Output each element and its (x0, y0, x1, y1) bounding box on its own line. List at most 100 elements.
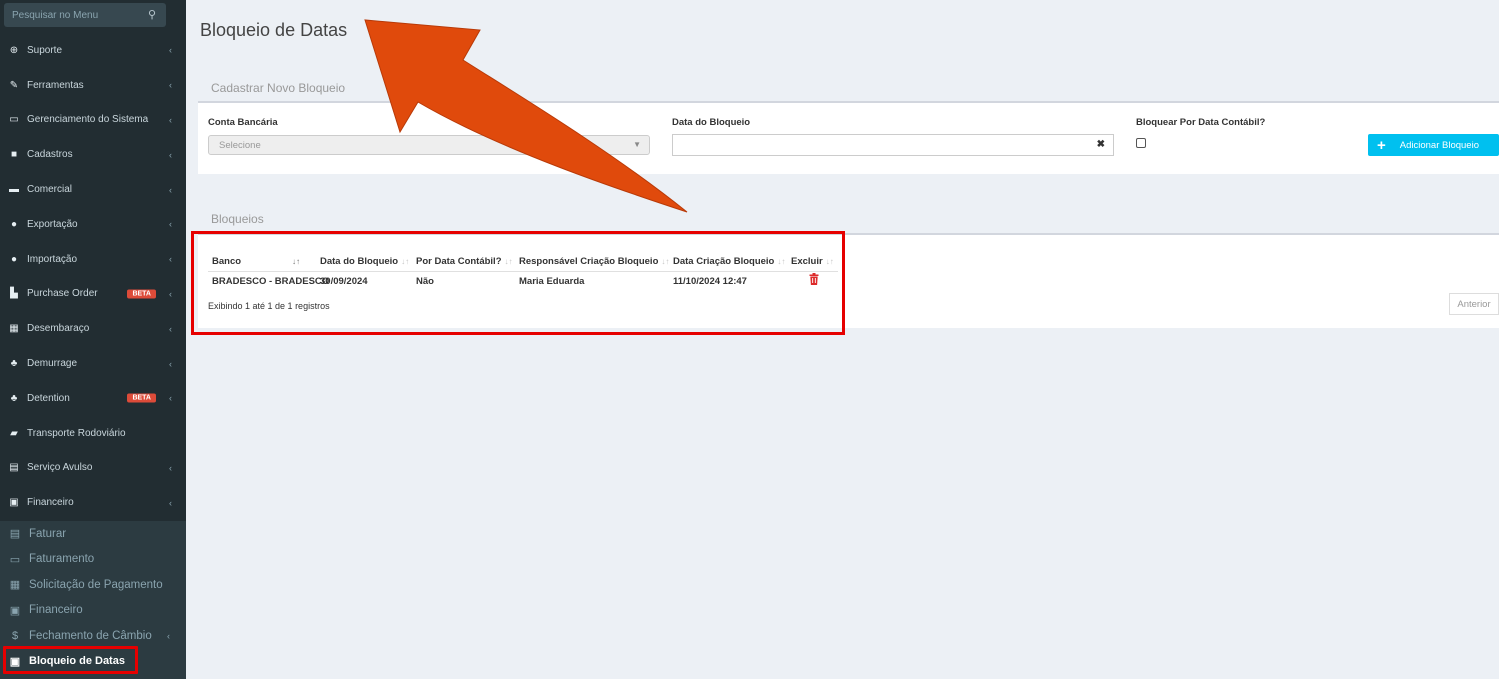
file-icon: ▤ (9, 462, 19, 474)
column-header-label: Responsável Criação Bloqueio (519, 256, 659, 267)
sidebar-item-cadastros[interactable]: ■ Cadastros ‹ (0, 137, 186, 172)
credit-card-icon: ▭ (9, 553, 21, 566)
sort-icon: ↓↑ (777, 257, 786, 266)
column-header-data-criacao[interactable]: Data Criação Bloqueio ↓↑ (673, 256, 785, 267)
pagination-previous-button[interactable]: Anterior (1449, 293, 1499, 315)
submenu-item-label: Faturar (29, 527, 67, 540)
calculator-icon: ▦ (9, 323, 19, 335)
conta-bancaria-label: Conta Bancária (208, 117, 278, 128)
wrench-icon: ✎ (9, 79, 19, 91)
cell-data-bloqueio: 30/09/2024 (320, 276, 368, 287)
chevron-left-icon: ‹ (169, 45, 172, 56)
cubes-icon: ♣ (10, 358, 18, 370)
bar-chart-icon: ▙ (10, 288, 18, 300)
book-icon: ■ (10, 149, 18, 161)
sidebar-item-label: Detention (27, 392, 70, 404)
chevron-left-icon: ‹ (169, 288, 172, 299)
sidebar-item-servico-avulso[interactable]: ▤ Serviço Avulso ‹ (0, 451, 186, 486)
search-icon[interactable]: ⚲ (144, 7, 160, 23)
sort-icon: ↓↑ (825, 257, 834, 266)
table-section-title: Bloqueios (211, 212, 264, 226)
sidebar-item-desembaraco[interactable]: ▦ Desembaraço ‹ (0, 311, 186, 346)
column-header-label: Excluir (791, 256, 823, 267)
sidebar-item-label: Importação (27, 253, 78, 265)
sidebar-item-suporte[interactable]: ⊕ Suporte ‹ (0, 33, 186, 68)
sidebar-item-transporte-rodoviario[interactable]: ▰ Transporte Rodoviário (0, 416, 186, 451)
sidebar-item-purchase-order[interactable]: ▙ Purchase Order BETA ‹ (0, 277, 186, 312)
submenu-item-financeiro[interactable]: ▣ Financeiro (0, 598, 186, 624)
new-block-form: Conta Bancária Selecione ▼ Data do Bloqu… (198, 101, 1499, 174)
submenu-item-faturar[interactable]: ▤ Faturar (0, 521, 186, 547)
sidebar-item-label: Desembaraço (27, 323, 90, 335)
sidebar-item-label: Serviço Avulso (27, 462, 93, 474)
sort-asc-icon: ↓↑ (292, 257, 300, 266)
conta-bancaria-select[interactable]: Selecione ▼ (208, 135, 650, 155)
sidebar: ⚲ ⊕ Suporte ‹ ✎ Ferramentas ‹ ▭ Gerenciamento… (0, 0, 186, 679)
submenu-item-label: Bloqueio de Datas (29, 655, 125, 668)
calculator-icon: ▦ (9, 579, 21, 592)
column-header-banco[interactable]: Banco (212, 256, 241, 267)
column-header-sort-banco[interactable]: ↓↑ (289, 256, 300, 267)
column-header-excluir[interactable]: Excluir ↓↑ (791, 256, 834, 267)
menu-search-box: ⚲ (4, 3, 166, 27)
sidebar-item-detention[interactable]: ♣ Detention BETA ‹ (0, 381, 186, 416)
page-title: Bloqueio de Datas (200, 20, 348, 40)
submenu-item-fechamento-cambio[interactable]: $ Fechamento de Câmbio ‹ (0, 623, 186, 649)
column-header-label: Data Criação Bloqueio (673, 256, 775, 267)
add-block-button[interactable]: + Adicionar Bloqueio (1368, 134, 1499, 156)
submenu-item-label: Financeiro (29, 604, 83, 617)
globe-icon: ⊕ (9, 44, 19, 56)
caret-down-icon: ▼ (633, 140, 641, 149)
sidebar-item-importacao[interactable]: ● Importação ‹ (0, 242, 186, 277)
sidebar-item-label: Demurrage (27, 358, 78, 370)
truck-icon: ▰ (10, 427, 18, 439)
money-icon: ▣ (9, 497, 19, 509)
sidebar-item-gerenciamento[interactable]: ▭ Gerenciamento do Sistema ‹ (0, 103, 186, 138)
bloquear-contabil-checkbox[interactable] (1136, 138, 1146, 148)
dollar-icon: $ (11, 629, 19, 642)
sidebar-item-label: Financeiro (27, 497, 74, 509)
data-bloqueio-label: Data do Bloqueio (672, 117, 751, 128)
sidebar-item-label: Ferramentas (27, 79, 84, 91)
column-header-label: Data do Bloqueio (320, 256, 399, 267)
money-icon: ▣ (9, 604, 21, 617)
submenu-item-faturamento[interactable]: ▭ Faturamento (0, 547, 186, 573)
menu-search-input[interactable] (4, 3, 144, 27)
submenu-item-solicitacao-pagamento[interactable]: ▦ Solicitação de Pagamento (0, 572, 186, 598)
sidebar-menu: ⊕ Suporte ‹ ✎ Ferramentas ‹ ▭ Gerenciamento d… (0, 33, 186, 520)
submenu-item-bloqueio-datas[interactable]: ▣ Bloqueio de Datas (0, 649, 186, 675)
trash-icon[interactable] (809, 273, 819, 285)
column-header-responsavel[interactable]: Responsável Criação Bloqueio ↓↑ (519, 256, 669, 267)
table-info: Exibindo 1 até 1 de 1 registros (208, 301, 330, 311)
sidebar-item-label: Cadastros (27, 149, 73, 161)
file-text-icon: ▤ (9, 528, 21, 541)
calendar-icon: ▣ (9, 655, 21, 668)
chevron-left-icon: ‹ (169, 219, 172, 230)
sort-icon: ↓↑ (661, 257, 670, 266)
clear-icon[interactable]: ✖ (1097, 139, 1105, 150)
submenu-item-label: Faturamento (29, 553, 95, 566)
add-block-button-label: Adicionar Bloqueio (1399, 139, 1479, 151)
laptop-icon: ▭ (9, 114, 19, 126)
chevron-left-icon: ‹ (169, 323, 172, 334)
chevron-left-icon: ‹ (169, 254, 172, 265)
chevron-left-icon: ‹ (167, 630, 170, 641)
submenu-item-label: Solicitação de Pagamento (29, 578, 163, 591)
blocks-table: Banco ↓↑ Data do Bloqueio ↓↑ Por Data Con… (198, 233, 1499, 328)
plus-icon: + (1377, 136, 1386, 154)
sidebar-item-ferramentas[interactable]: ✎ Ferramentas ‹ (0, 68, 186, 103)
column-header-data-bloqueio[interactable]: Data do Bloqueio ↓↑ (320, 256, 409, 267)
conta-bancaria-value: Selecione (219, 140, 261, 151)
data-bloqueio-input[interactable]: ✖ (672, 134, 1114, 156)
sidebar-item-exportacao[interactable]: ● Exportação ‹ (0, 207, 186, 242)
sidebar-item-demurrage[interactable]: ♣ Demurrage ‹ (0, 346, 186, 381)
beta-badge: BETA (127, 393, 156, 403)
sidebar-item-comercial[interactable]: ▬ Comercial ‹ (0, 172, 186, 207)
sidebar-item-label: Gerenciamento do Sistema (27, 114, 149, 126)
chevron-left-icon: ‹ (169, 114, 172, 125)
arrow-circle-up-icon: ● (10, 218, 18, 230)
column-header-label: Banco (212, 256, 242, 267)
column-header-por-data-contabil[interactable]: Por Data Contábil? ↓↑ (416, 256, 513, 267)
sidebar-item-financeiro[interactable]: ▣ Financeiro ‹ (0, 485, 186, 520)
chevron-left-icon: ‹ (169, 184, 172, 195)
